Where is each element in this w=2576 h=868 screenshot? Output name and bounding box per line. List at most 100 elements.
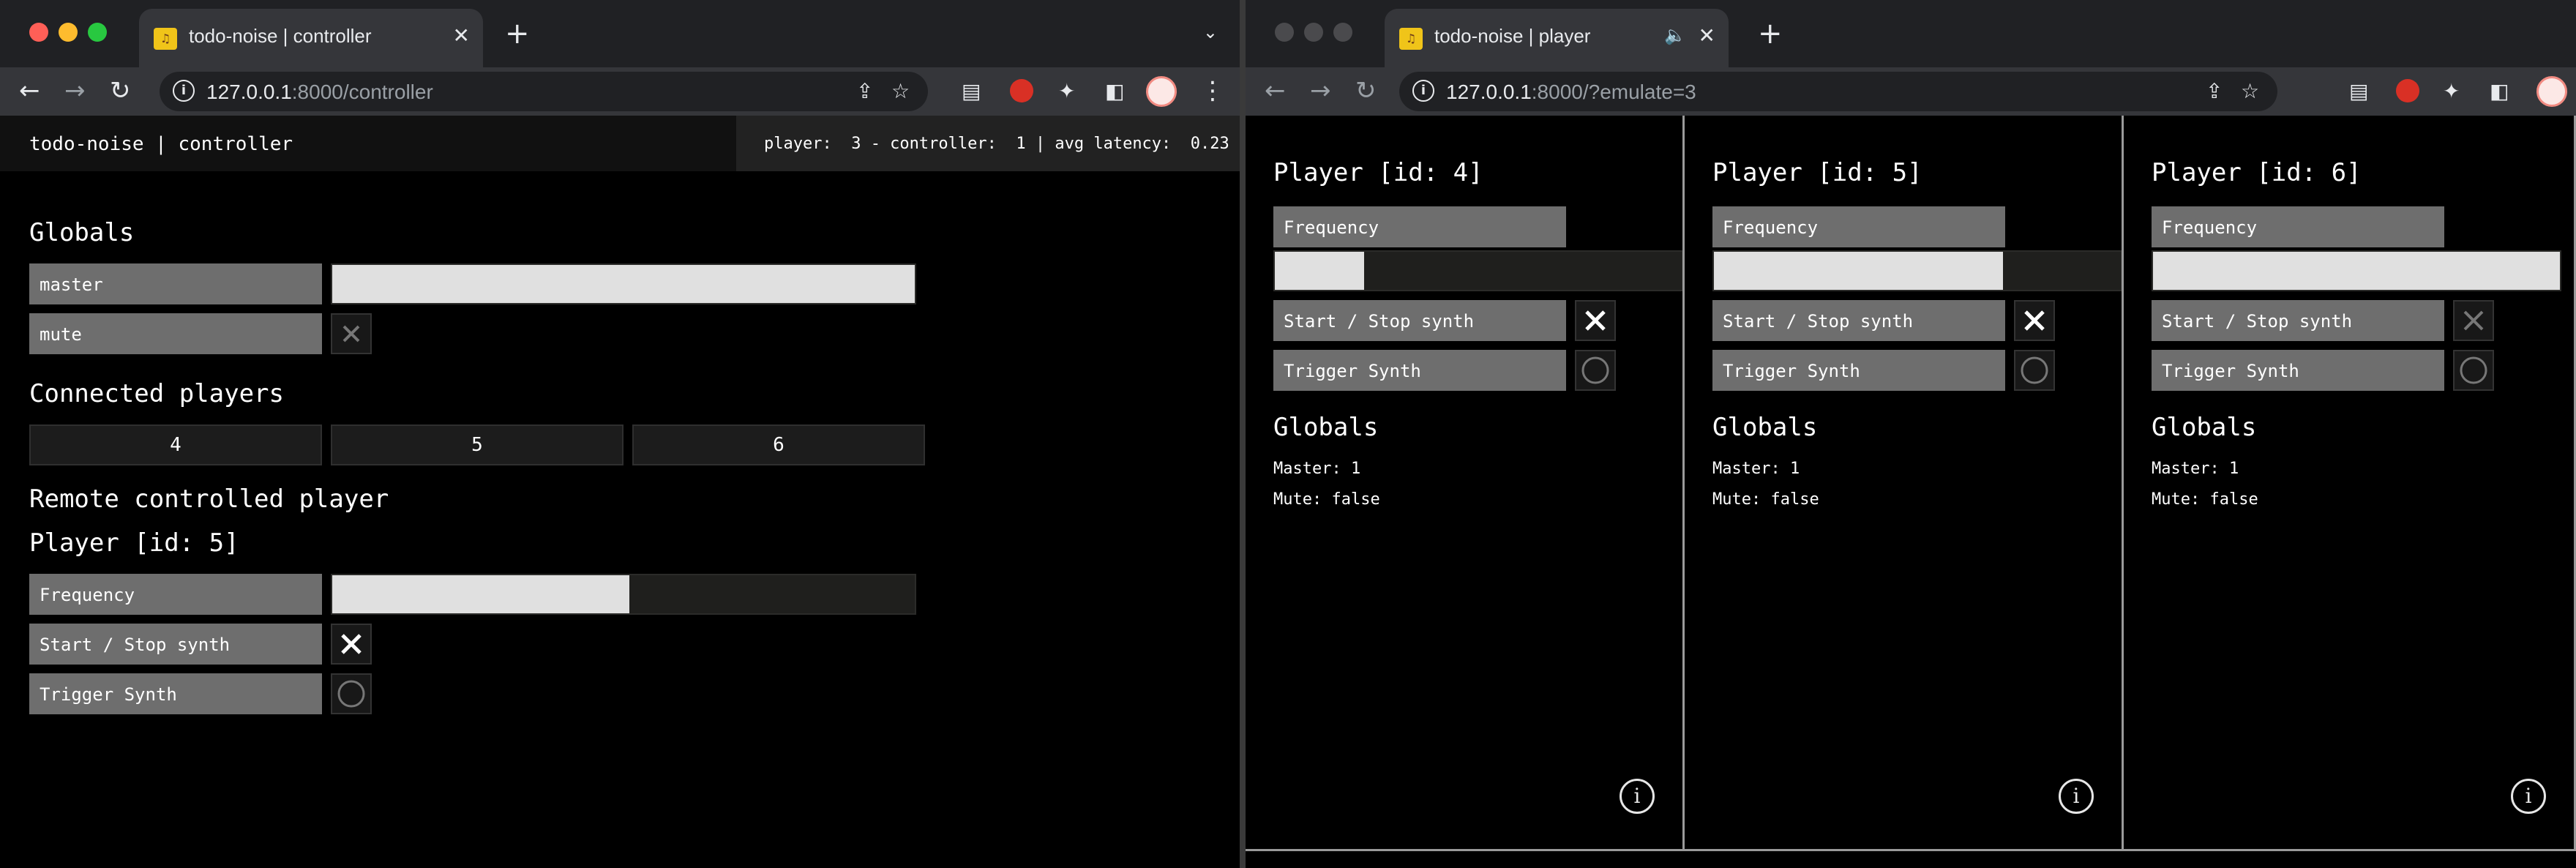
minimize-window-button[interactable]	[59, 23, 78, 42]
player-title: Player [id: 6]	[2152, 158, 2362, 187]
start-stop-label: Start / Stop synth	[29, 624, 322, 665]
player-page: Player [id: 4] Frequency Start / Stop sy…	[1246, 116, 2576, 868]
x-mark-icon	[1585, 310, 1606, 331]
address-bar[interactable]: i 127.0.0.1:8000/controller ⇪ ☆	[160, 72, 928, 111]
back-icon[interactable]: ←	[1265, 75, 1286, 107]
sidepanel-icon[interactable]: ◧	[2490, 78, 2509, 105]
trigger-button[interactable]	[1575, 350, 1616, 391]
remote-heading: Remote controlled player	[29, 484, 389, 514]
master-text: Master: 1	[1712, 460, 1800, 478]
menu-icon[interactable]: ⋮	[1200, 75, 1225, 107]
start-stop-toggle[interactable]	[331, 624, 372, 665]
frequency-slider-fill	[332, 575, 629, 613]
trigger-label: Trigger Synth	[1712, 350, 2005, 391]
player-window: ♫ todo-noise | player 🔈 ✕ + ← → ↻ i 127.…	[1246, 0, 2576, 868]
tab-player[interactable]: ♫ todo-noise | player 🔈 ✕	[1385, 9, 1729, 67]
reading-list-icon[interactable]: ▤	[962, 78, 981, 105]
address-bar[interactable]: i 127.0.0.1:8000/?emulate=3 ⇪ ☆	[1399, 72, 2277, 111]
mute-text: Mute: false	[1273, 490, 1380, 509]
avatar[interactable]	[1146, 76, 1177, 107]
frequency-label: Frequency	[2152, 206, 2444, 247]
chevron-down-icon[interactable]: ⌄	[1203, 22, 1218, 42]
page-title: todo-noise | controller	[29, 133, 293, 155]
close-icon[interactable]: ✕	[453, 25, 470, 47]
reload-icon[interactable]: ↻	[1355, 75, 1377, 107]
tab-controller[interactable]: ♫ todo-noise | controller ✕	[139, 9, 483, 67]
x-mark-icon	[2463, 310, 2484, 331]
globals-heading: Globals	[29, 218, 135, 247]
trigger-label: Trigger Synth	[1273, 350, 1566, 391]
close-window-button[interactable]	[29, 23, 48, 42]
maximize-window-button[interactable]	[88, 23, 107, 42]
player-button-5[interactable]: 5	[331, 424, 624, 465]
extension-icon[interactable]: ✦	[2443, 78, 2460, 105]
start-stop-label: Start / Stop synth	[1273, 300, 1566, 341]
master-label: master	[29, 263, 322, 304]
frequency-label: Frequency	[29, 574, 322, 615]
globals-heading: Globals	[1712, 413, 1818, 442]
info-icon[interactable]: i	[1620, 779, 1655, 814]
start-stop-label: Start / Stop synth	[2152, 300, 2444, 341]
reload-icon[interactable]: ↻	[110, 75, 131, 107]
master-text: Master: 1	[1273, 460, 1361, 478]
master-slider[interactable]	[331, 263, 916, 304]
forward-icon[interactable]: →	[1310, 75, 1331, 107]
connected-players-heading: Connected players	[29, 379, 284, 408]
info-icon[interactable]: i	[173, 80, 195, 102]
share-icon[interactable]: ⇪	[856, 79, 873, 103]
trigger-button[interactable]	[2453, 350, 2494, 391]
maximize-window-button[interactable]	[1333, 23, 1352, 42]
frequency-slider[interactable]	[2152, 250, 2561, 291]
globals-heading: Globals	[2152, 413, 2257, 442]
frequency-slider[interactable]	[1712, 250, 2122, 291]
start-stop-toggle[interactable]	[1575, 300, 1616, 341]
start-stop-label: Start / Stop synth	[1712, 300, 2005, 341]
reading-list-icon[interactable]: ▤	[2349, 78, 2368, 105]
close-icon[interactable]: ✕	[1699, 25, 1715, 47]
start-stop-toggle[interactable]	[2014, 300, 2055, 341]
forward-icon[interactable]: →	[64, 75, 86, 107]
info-icon[interactable]: i	[2511, 779, 2546, 814]
player-column-5: Player [id: 5] Frequency Start / Stop sy…	[1685, 116, 2124, 849]
trigger-button[interactable]	[2014, 350, 2055, 391]
star-icon[interactable]: ☆	[891, 79, 910, 103]
minimize-window-button[interactable]	[1304, 23, 1323, 42]
player-button-4[interactable]: 4	[29, 424, 322, 465]
x-mark-icon	[341, 634, 362, 654]
frequency-slider[interactable]	[1273, 250, 1682, 291]
player-column-6: Player [id: 6] Frequency Start / Stop sy…	[2124, 116, 2576, 849]
sidepanel-icon[interactable]: ◧	[1105, 78, 1124, 105]
share-icon[interactable]: ⇪	[2206, 79, 2223, 103]
trigger-button[interactable]	[331, 673, 372, 714]
plus-icon[interactable]: +	[1758, 16, 1783, 51]
audio-icon[interactable]: 🔈	[1664, 25, 1686, 45]
info-icon[interactable]: i	[1412, 80, 1434, 102]
trigger-label: Trigger Synth	[29, 673, 322, 714]
extension-red-icon[interactable]	[1010, 79, 1033, 102]
trigger-label: Trigger Synth	[2152, 350, 2444, 391]
info-icon[interactable]: i	[2059, 779, 2094, 814]
avatar[interactable]	[2536, 76, 2567, 107]
master-text: Master: 1	[2152, 460, 2239, 478]
mute-toggle[interactable]	[331, 313, 372, 354]
frequency-label: Frequency	[1712, 206, 2005, 247]
player-button-6[interactable]: 6	[632, 424, 925, 465]
circle-icon	[2460, 356, 2487, 384]
controller-window: ♫ todo-noise | controller ✕ + ⌄ ← → ↻ i …	[0, 0, 1240, 868]
frequency-slider[interactable]	[331, 574, 916, 615]
player-column-4: Player [id: 4] Frequency Start / Stop sy…	[1246, 116, 1685, 849]
back-icon[interactable]: ←	[19, 75, 40, 107]
globals-heading: Globals	[1273, 413, 1379, 442]
tab-title: todo-noise | player	[1434, 25, 1591, 47]
close-window-button[interactable]	[1275, 23, 1294, 42]
mute-text: Mute: false	[2152, 490, 2258, 509]
extension-red-icon[interactable]	[2396, 79, 2419, 102]
mute-label: mute	[29, 313, 322, 354]
start-stop-toggle[interactable]	[2453, 300, 2494, 341]
star-icon[interactable]: ☆	[2241, 79, 2259, 103]
plus-icon[interactable]: +	[505, 16, 530, 51]
x-mark-icon	[342, 325, 360, 343]
controller-page: todo-noise | controller player: 3 - cont…	[0, 116, 1240, 868]
extension-icon[interactable]: ✦	[1058, 78, 1075, 105]
frequency-slider-fill	[1714, 252, 2003, 290]
